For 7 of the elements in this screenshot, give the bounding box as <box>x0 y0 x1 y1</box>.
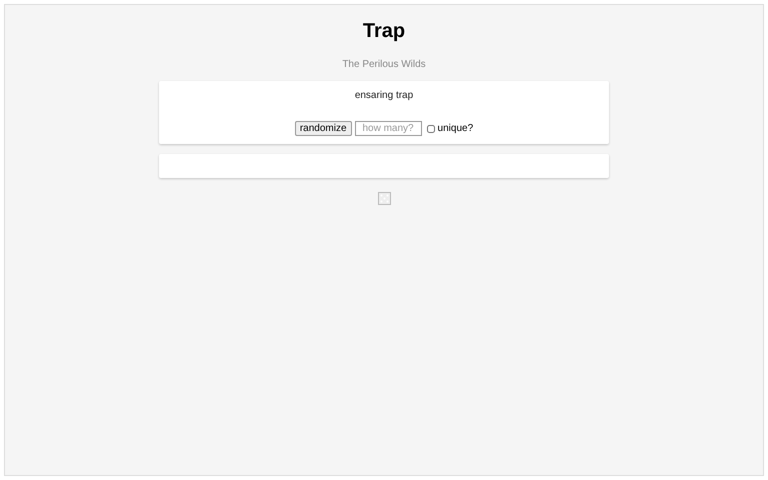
unique-label: unique? <box>438 122 474 134</box>
page-title: Trap <box>362 19 406 43</box>
page-subtitle: The Perilous Wilds <box>342 59 426 71</box>
result-text: ensaring trap <box>354 90 414 102</box>
unique-checkbox[interactable] <box>426 124 435 132</box>
randomize-button[interactable]: randomize <box>294 121 352 136</box>
count-field[interactable]: how many? <box>354 121 422 136</box>
